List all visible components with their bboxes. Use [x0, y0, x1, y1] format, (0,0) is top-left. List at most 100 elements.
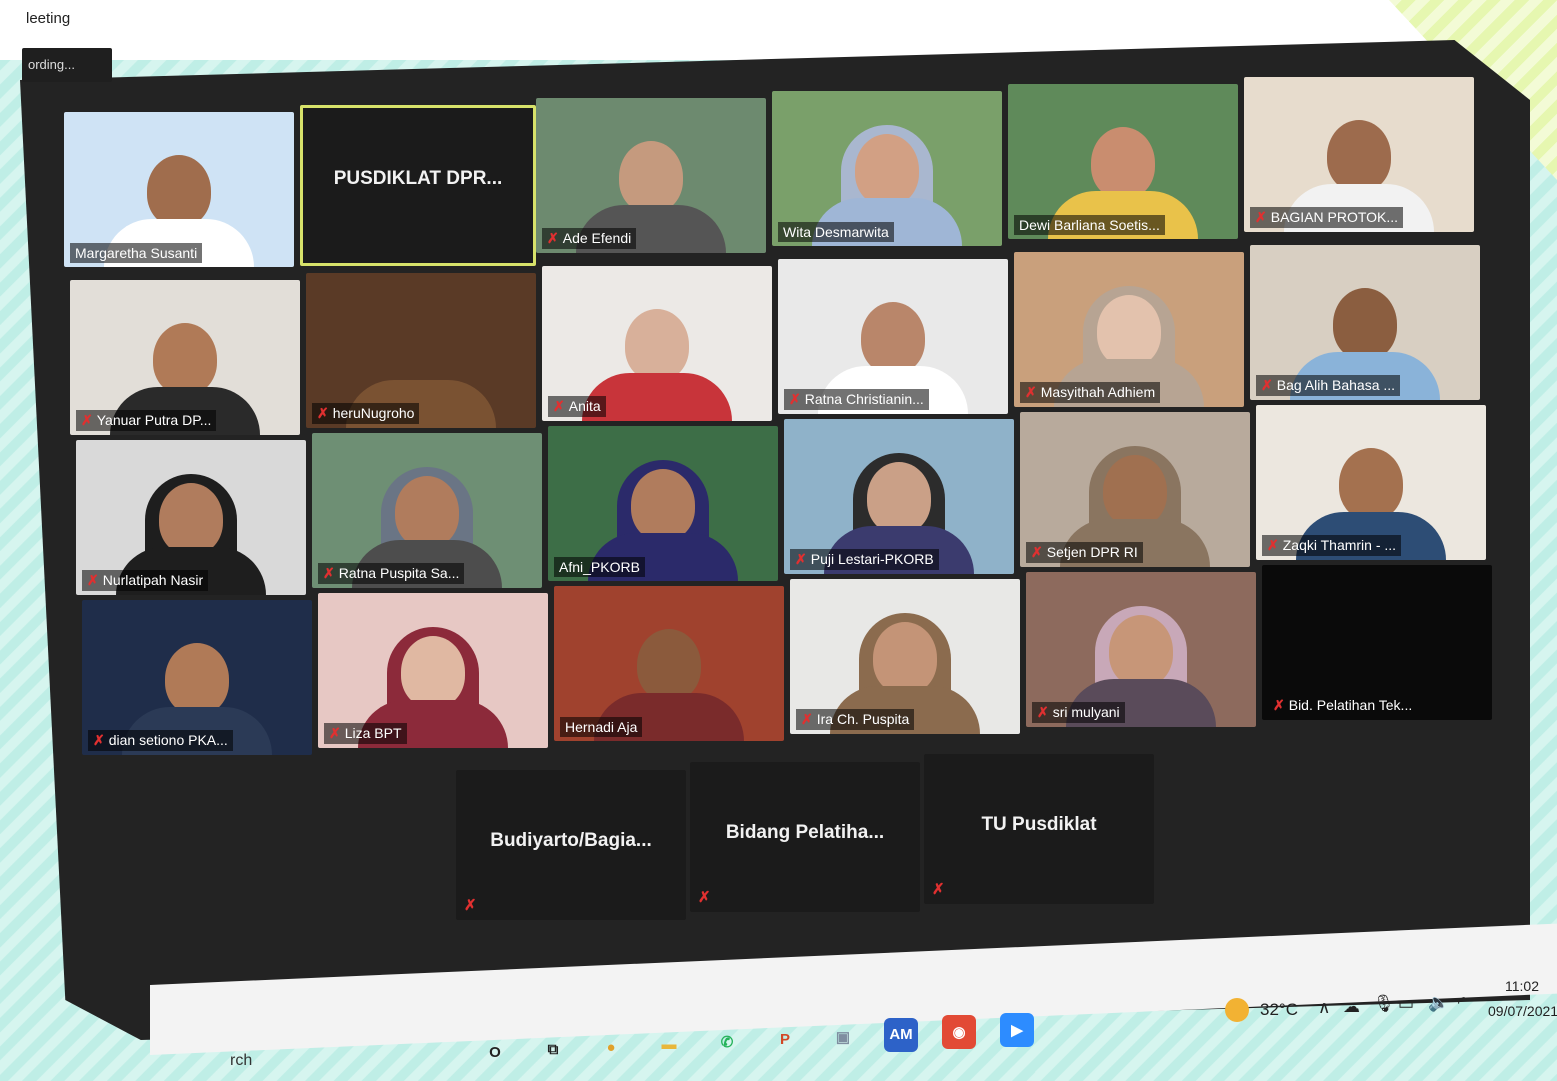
participant-name-text: BAGIAN PROTOK...: [1270, 209, 1399, 225]
participant-tile[interactable]: ✗ Ira Ch. Puspita: [790, 579, 1020, 734]
participant-face: [1091, 127, 1155, 200]
participant-name-text: Nurlatipah Nasir: [102, 572, 204, 588]
participant-name-text: Ratna Christianin...: [804, 391, 924, 407]
file-explorer-icon[interactable]: ▬: [652, 1028, 686, 1062]
am-app-icon[interactable]: AM: [884, 1017, 918, 1052]
participant-name-text: Yanuar Putra DP...: [96, 412, 212, 428]
clock-date[interactable]: 09/07/2021: [1488, 1003, 1557, 1019]
participant-name: Hernadi Aja: [560, 717, 643, 737]
weather-icon[interactable]: [1225, 998, 1249, 1022]
participant-name-text: Zaqki Thamrin - ...: [1282, 537, 1397, 553]
participant-face: [147, 155, 211, 228]
participant-tile[interactable]: ✗ Nurlatipah Nasir: [76, 440, 306, 595]
muted-mic-icon: ✗: [81, 412, 93, 428]
task-view-icon[interactable]: ⧉: [536, 1033, 570, 1067]
participant-face: [401, 636, 465, 709]
participant-tile[interactable]: ✗ Masyithah Adhiem: [1014, 252, 1244, 407]
participant-name: Margaretha Susanti: [70, 243, 203, 263]
participant-name: ✗ Liza BPT: [324, 723, 407, 744]
participant-name-text: Masyithah Adhiem: [1040, 384, 1156, 400]
participant-name-text: Hernadi Aja: [565, 719, 638, 735]
participant-tile[interactable]: ✗ Ade Efendi: [536, 98, 766, 253]
participant-face: [165, 643, 229, 716]
game-app-icon[interactable]: ◉: [942, 1015, 976, 1049]
muted-mic-icon: ✗: [553, 398, 565, 414]
participant-tile[interactable]: ✗ Ratna Puspita Sa...: [312, 433, 542, 588]
participant-name-text: Ira Ch. Puspita: [816, 711, 910, 727]
participant-tile[interactable]: Margaretha Susanti: [64, 112, 294, 267]
participant-display-name: Bidang Pelatiha...: [725, 822, 885, 843]
participant-name: ✗ Ratna Christianin...: [784, 389, 929, 410]
participant-tile[interactable]: ✗ Liza BPT: [318, 593, 548, 748]
participant-tile[interactable]: ✗ dian setiono PKA...: [82, 600, 312, 755]
participant-name-text: Bid. Pelatihan Tek...: [1288, 697, 1413, 713]
participant-name: ✗ Nurlatipah Nasir: [82, 570, 209, 591]
participant-tile[interactable]: Bidang Pelatiha... ✗: [690, 762, 920, 912]
participant-name-text: dian setiono PKA...: [108, 732, 228, 748]
participant-tile[interactable]: Afni_PKORB: [548, 426, 778, 581]
muted-mic-icon: ✗: [1037, 704, 1049, 720]
participant-name: ✗ BAGIAN PROTOK...: [1250, 207, 1404, 228]
onedrive-icon[interactable]: ☁: [1343, 997, 1360, 1017]
taskbar-search-box[interactable]: rch: [230, 1052, 252, 1070]
participant-name: Dewi Barliana Soetis...: [1014, 215, 1165, 235]
participant-tile[interactable]: ✗ Bag Alih Bahasa ...: [1250, 245, 1480, 400]
wifi-icon[interactable]: ◜: [1458, 993, 1465, 1013]
participant-name: ✗ Anita: [548, 396, 606, 417]
microphone-icon[interactable]: 🎙: [1373, 994, 1395, 1014]
participant-tile[interactable]: Wita Desmarwita: [772, 91, 1002, 246]
tray-chevron-icon[interactable]: ∧: [1318, 998, 1330, 1018]
participant-name-text: Liza BPT: [344, 725, 402, 741]
muted-mic-icon: ✗: [1261, 377, 1273, 393]
powerpoint-icon[interactable]: P: [768, 1023, 802, 1057]
participant-tile[interactable]: TU Pusdiklat ✗: [924, 754, 1154, 904]
participant-tile[interactable]: ✗ Anita: [542, 266, 772, 421]
participant-name-text: Margaretha Susanti: [75, 245, 198, 261]
zoom-icon[interactable]: ▶: [1000, 1012, 1034, 1047]
participant-tile[interactable]: ✗ Bid. Pelatihan Tek...: [1262, 565, 1492, 720]
participant-name-text: Ratna Puspita Sa...: [338, 565, 460, 581]
cortana-icon[interactable]: O: [478, 1035, 512, 1069]
participant-tile[interactable]: ✗ heruNugroho: [306, 273, 536, 428]
participant-face: [625, 309, 689, 382]
clock-time[interactable]: 11:02: [1505, 978, 1539, 994]
participant-face: [873, 622, 937, 695]
screen-icon[interactable]: ▣: [826, 1020, 860, 1054]
speaker-icon[interactable]: 🔈: [1428, 993, 1449, 1013]
participant-tile[interactable]: ✗ BAGIAN PROTOK...: [1244, 77, 1474, 232]
participant-name: ✗ Bid. Pelatihan Tek...: [1268, 695, 1417, 716]
participant-face: [619, 141, 683, 214]
participant-face: [1103, 455, 1167, 528]
participant-tile[interactable]: PUSDIKLAT DPR...: [300, 105, 536, 266]
muted-mic-icon: ✗: [1255, 209, 1267, 225]
participant-name: ✗ Puji Lestari-PKORB: [790, 549, 939, 570]
participant-tile[interactable]: ✗ Zaqki Thamrin - ...: [1256, 405, 1486, 560]
participant-tile[interactable]: ✗ Ratna Christianin...: [778, 259, 1008, 414]
participant-face: [153, 323, 217, 396]
participant-tile[interactable]: ✗ Setjen DPR RI: [1020, 412, 1250, 567]
participant-name: ✗ Ade Efendi: [542, 228, 637, 249]
muted-mic-icon: ✗: [795, 551, 807, 567]
participant-face: [867, 462, 931, 535]
battery-icon[interactable]: ▭: [1398, 994, 1414, 1014]
participant-name: Wita Desmarwita: [778, 222, 894, 242]
whatsapp-icon[interactable]: ✆: [710, 1025, 744, 1059]
muted-mic-icon: ✗: [698, 889, 711, 906]
participant-tile[interactable]: Budiyarto/Bagia... ✗: [456, 770, 686, 920]
participant-face: [1339, 448, 1403, 521]
participant-tile[interactable]: ✗ sri mulyani: [1026, 572, 1256, 727]
recording-indicator[interactable]: ording...: [22, 48, 112, 82]
temperature-label[interactable]: 32°C: [1260, 1000, 1298, 1020]
muted-mic-icon: ✗: [329, 725, 341, 741]
participant-tile[interactable]: ✗ Puji Lestari-PKORB: [784, 419, 1014, 574]
participant-name-text: Wita Desmarwita: [783, 224, 889, 240]
chrome-icon[interactable]: ●: [594, 1030, 628, 1064]
participant-tile[interactable]: Hernadi Aja: [554, 586, 784, 741]
participant-tile[interactable]: ✗ Yanuar Putra DP...: [70, 280, 300, 435]
participant-tile[interactable]: Dewi Barliana Soetis...: [1008, 84, 1238, 239]
participant-name-text: sri mulyani: [1052, 704, 1120, 720]
muted-mic-icon: ✗: [464, 897, 477, 914]
participant-display-name: PUSDIKLAT DPR...: [333, 168, 503, 189]
muted-mic-icon: ✗: [1267, 537, 1279, 553]
participant-name: ✗ Ira Ch. Puspita: [796, 709, 915, 730]
